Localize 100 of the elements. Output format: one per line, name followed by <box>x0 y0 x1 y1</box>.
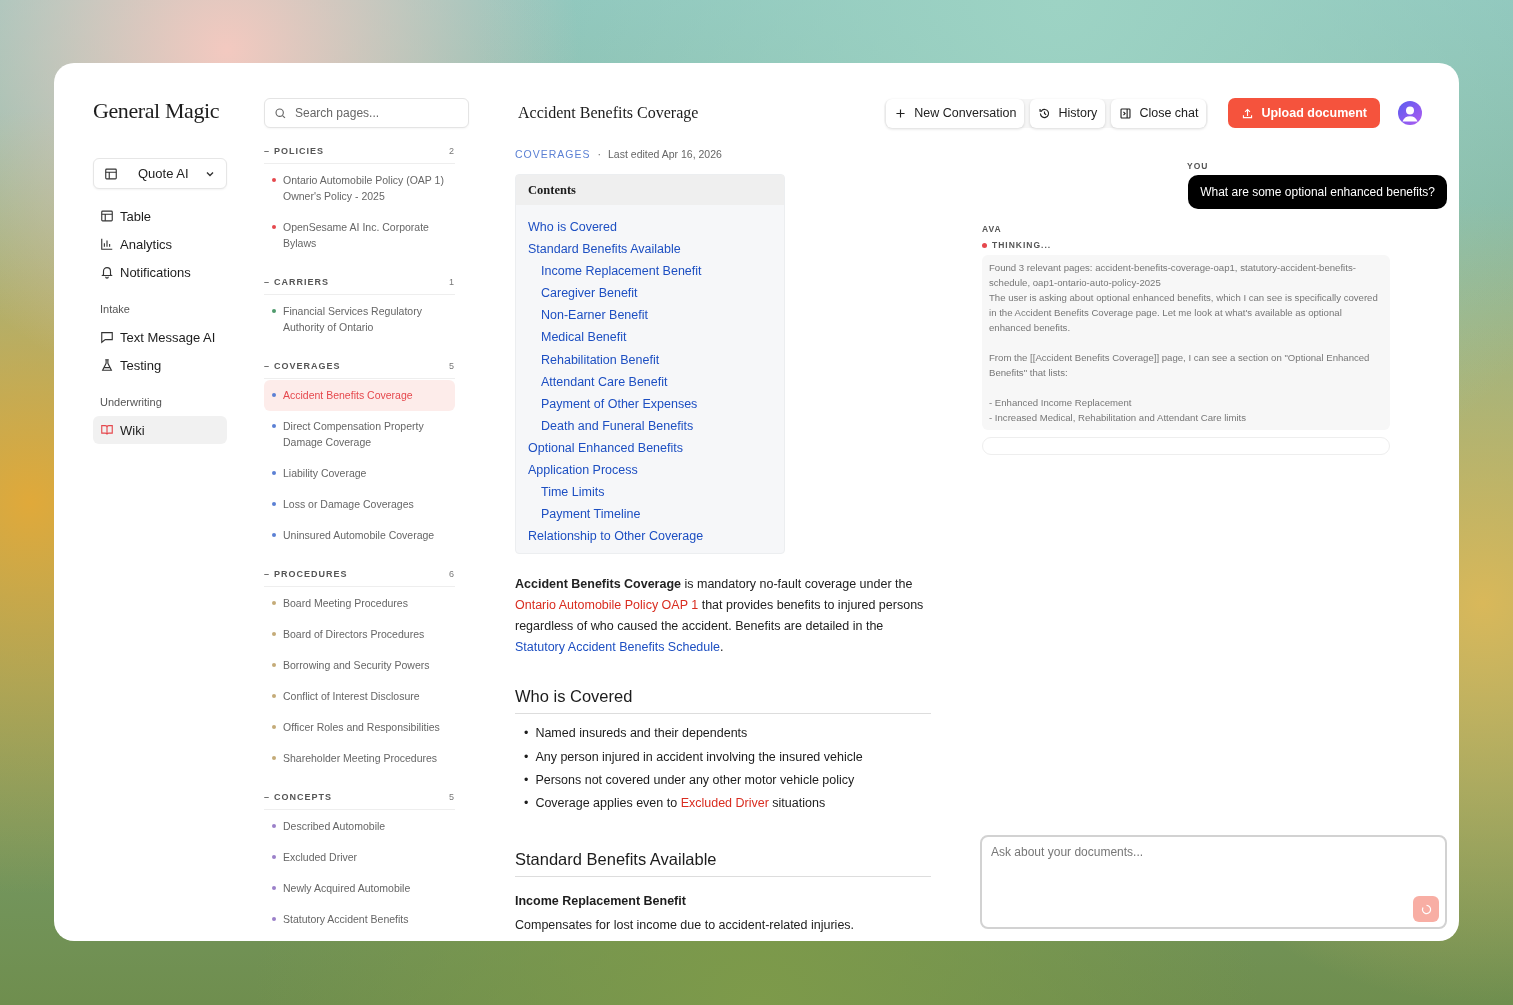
nav-section-label: Intake <box>99 302 131 317</box>
page-count: 1 <box>449 277 455 287</box>
page-title: Accident Benefits Coverage <box>518 104 700 122</box>
contents-link[interactable]: Non-Earner Benefit <box>541 304 648 327</box>
section-title: CARRIERS <box>274 277 331 287</box>
nav-item[interactable]: Analytics <box>93 230 227 258</box>
table-icon <box>104 166 118 181</box>
page-item[interactable]: Financial Services Regulatory Authority of Ontario <box>264 296 455 343</box>
toolbar-button[interactable]: Close chat <box>1111 98 1207 128</box>
page-item[interactable]: Borrowing and Security Powers <box>264 650 455 681</box>
contents-link[interactable]: Payment Timeline <box>541 503 641 526</box>
app-logo: General Magic <box>93 97 220 125</box>
contents-link[interactable]: Time Limits <box>541 481 605 504</box>
nav-item[interactable]: Table <box>93 202 227 230</box>
bullet-text: Persons not covered under any other motor vehicle policy <box>535 772 855 789</box>
page-item[interactable]: Ontario Automobile Policy (OAP 1) Owner's Policy - 2025 <box>264 165 455 212</box>
page-count: 2 <box>449 146 455 156</box>
thinking-text: The user is asking about optional enhanced benefits, which I can see is specifically covered in the Accident Benefits Coverage page. Let me look at what's available as optional enhanced benefits. <box>989 291 1379 335</box>
bell-icon <box>100 265 114 279</box>
bar-chart-icon <box>100 237 114 251</box>
contents-link[interactable]: Standard Benefits Available <box>528 238 681 261</box>
page-item[interactable]: Statutory Accident Benefits <box>264 904 455 935</box>
bullet-symbol: • <box>524 772 529 789</box>
nav-section-label: Underwriting <box>99 395 163 410</box>
category-label[interactable]: COVERAGES <box>515 148 591 160</box>
contents-link[interactable]: Attendant Care Benefit <box>541 370 668 393</box>
toolbar-button[interactable]: New Conversation <box>886 98 1025 128</box>
contents-link[interactable]: Medical Benefit <box>541 326 627 349</box>
nav-item[interactable]: Testing <box>93 351 227 379</box>
intro-paragraph: Accident Benefits Coverage is mandatory no-fault coverage under the Ontario Automobile Policy OAP 1 that provides benefits to injured persons regardless of who caused the accident. Benefits are detailed in the Statutory Accident Benefits Schedule. <box>515 576 925 657</box>
user-avatar-icon[interactable] <box>1397 100 1423 126</box>
nav-item[interactable]: Wiki <box>93 416 227 444</box>
bullet-symbol: • <box>524 748 529 766</box>
section-title: POLICIES <box>274 146 326 156</box>
body-text: Compensates for lost income due to accident-related injuries. <box>515 916 856 934</box>
contents-link[interactable]: Income Replacement Benefit <box>541 260 702 283</box>
status-text: THINKING... <box>992 240 1052 250</box>
page-item[interactable]: Officer Roles and Responsibilities <box>264 712 455 743</box>
flask-icon <box>100 358 114 372</box>
section-heading: Who is Covered <box>515 687 931 715</box>
upload-button[interactable]: Upload document <box>1228 98 1380 128</box>
thinking-text: - Enhanced Income Replacement <box>989 396 1133 410</box>
page-item[interactable]: Board of Directors Procedures <box>264 619 455 650</box>
contents-link[interactable]: Who is Covered <box>528 216 617 239</box>
page-item[interactable]: Liability Coverage <box>264 458 455 489</box>
collapse-toggle[interactable]: – <box>264 569 270 579</box>
last-edited-text: Last edited Apr 16, 2026 <box>608 148 722 160</box>
search-icon <box>274 107 287 120</box>
book-icon <box>100 423 114 437</box>
bullet-text: Coverage applies even to Excluded Driver situations <box>535 795 826 813</box>
page-item[interactable]: Newly Acquired Automobile <box>264 873 455 904</box>
status-dot-icon <box>982 242 987 248</box>
toolbar-button[interactable]: History <box>1030 98 1106 128</box>
separator-dot: · <box>597 148 602 160</box>
contents-link[interactable]: Death and Funeral Benefits <box>541 414 694 437</box>
wiki-link[interactable]: Statutory Accident Benefits Schedule <box>515 640 720 655</box>
contents-link[interactable]: Payment of Other Expenses <box>541 392 698 415</box>
contents-link[interactable]: Caregiver Benefit <box>541 282 638 305</box>
contents-link[interactable]: Relationship to Other Coverage <box>528 525 704 548</box>
page-item[interactable]: Conflict of Interest Disclosure <box>264 681 455 712</box>
collapse-toggle[interactable]: – <box>264 277 270 287</box>
history-icon <box>1038 106 1052 120</box>
collapse-toggle[interactable]: – <box>264 361 270 371</box>
page-item[interactable]: Board Meeting Procedures <box>264 588 455 619</box>
contents-link[interactable]: Optional Enhanced Benefits <box>528 436 683 460</box>
page-item[interactable]: Described Automobile <box>264 811 455 842</box>
page-item[interactable]: Direct Compensation Property Damage Coverage <box>264 411 455 458</box>
plus-icon <box>894 106 908 120</box>
collapse-toggle[interactable]: – <box>264 792 270 802</box>
page-item[interactable]: Loss or Damage Coverages <box>264 489 455 520</box>
thinking-text: Found 3 relevant pages: accident-benefits-coverage-oap1, statutory-accident-benefits-schedule, oap1-ontario-auto-policy-2025 <box>989 261 1357 290</box>
page-count: 6 <box>449 569 455 579</box>
bullet-text: Any person injured in accident involving the insured vehicle <box>535 748 863 766</box>
table-icon <box>100 209 114 223</box>
page-item[interactable]: Excluded Driver <box>264 842 455 873</box>
workspace-selector[interactable]: Quote AI <box>93 158 227 189</box>
section-title: COVERAGES <box>274 361 342 371</box>
page-item[interactable]: OpenSesame AI Inc. Corporate Bylaws <box>264 212 455 259</box>
missing-page-link[interactable]: Excluded Driver <box>680 796 769 811</box>
page-item[interactable]: Shareholder Meeting Procedures <box>264 743 455 774</box>
thinking-text: From the [[Accident Benefits Coverage]] page, I can see a section on "Optional Enhanced Benefits" that lists: <box>989 351 1371 380</box>
missing-page-link[interactable]: Ontario Automobile Policy OAP 1 <box>515 598 699 613</box>
section-heading: Standard Benefits Available <box>515 849 931 877</box>
contents-heading: Contents <box>516 175 784 205</box>
upload-icon <box>1241 106 1255 120</box>
collapse-toggle[interactable]: – <box>264 146 270 156</box>
side-panel-icon <box>1119 106 1133 120</box>
sender-label: YOU <box>1187 161 1210 171</box>
subsection-heading: Income Replacement Benefit <box>515 893 687 908</box>
section-title: PROCEDURES <box>274 569 349 579</box>
page-item[interactable]: Accident Benefits Coverage <box>264 380 455 411</box>
contents-link[interactable]: Rehabilitation Benefit <box>541 348 660 371</box>
sender-label: AVA <box>982 224 1003 234</box>
nav-item[interactable]: Notifications <box>93 258 227 286</box>
nav-item[interactable]: Text Message AI <box>93 323 227 351</box>
search-field[interactable]: Search pages... <box>264 98 469 128</box>
page-count: 5 <box>449 792 455 802</box>
page-item[interactable]: Uninsured Automobile Coverage <box>264 520 455 551</box>
contents-link[interactable]: Application Process <box>528 459 638 482</box>
message-input[interactable]: Ask about your documents... <box>980 835 1447 929</box>
